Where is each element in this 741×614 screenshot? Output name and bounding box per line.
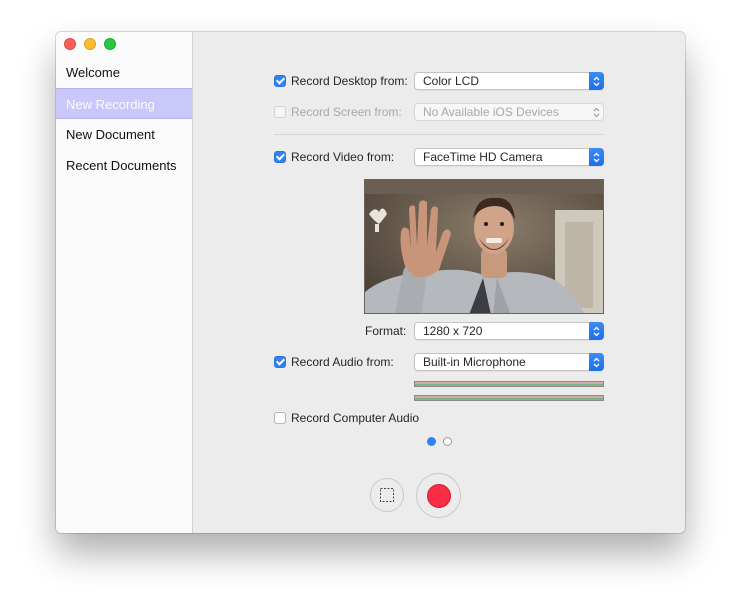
record-button[interactable] bbox=[416, 473, 461, 518]
audio-source-value: Built-in Microphone bbox=[423, 355, 526, 369]
record-screen-row: Record Screen from: bbox=[274, 103, 402, 121]
desktop-source-select[interactable]: Color LCD bbox=[414, 72, 604, 90]
desktop-source-value: Color LCD bbox=[423, 74, 480, 88]
page-dot-2[interactable] bbox=[443, 437, 452, 446]
window-controls bbox=[64, 38, 124, 50]
chevron-up-down-icon bbox=[589, 322, 604, 340]
record-audio-label: Record Audio from: bbox=[291, 355, 394, 369]
camera-preview bbox=[364, 179, 604, 314]
record-computer-audio-label: Record Computer Audio bbox=[291, 411, 420, 425]
select-area-button[interactable] bbox=[370, 478, 404, 512]
audio-level-meter-left bbox=[414, 381, 604, 387]
record-desktop-label: Record Desktop from: bbox=[291, 74, 408, 88]
record-screen-checkbox[interactable] bbox=[274, 106, 286, 118]
record-video-label: Record Video from: bbox=[291, 150, 395, 164]
screen-source-value: No Available iOS Devices bbox=[423, 105, 559, 119]
chevron-up-down-icon bbox=[589, 353, 604, 371]
screen-source-select[interactable]: No Available iOS Devices bbox=[414, 103, 604, 121]
format-row: Format: bbox=[365, 322, 406, 340]
sidebar-item-new-recording[interactable]: New Recording bbox=[56, 88, 192, 119]
recording-panel: Record Desktop from: Color LCD Record Sc… bbox=[193, 32, 685, 533]
chevron-up-down-icon bbox=[589, 148, 604, 166]
dashed-rectangle-icon bbox=[380, 488, 394, 502]
video-source-value: FaceTime HD Camera bbox=[423, 150, 543, 164]
record-audio-checkbox[interactable] bbox=[274, 356, 286, 368]
record-computer-audio-checkbox[interactable] bbox=[274, 412, 286, 424]
audio-source-select[interactable]: Built-in Microphone bbox=[414, 353, 604, 371]
record-video-checkbox[interactable] bbox=[274, 151, 286, 163]
chevron-up-down-icon bbox=[589, 103, 604, 121]
record-audio-row: Record Audio from: bbox=[274, 353, 394, 371]
record-desktop-row: Record Desktop from: bbox=[274, 72, 408, 90]
section-divider bbox=[274, 134, 604, 135]
sidebar: Welcome New Recording New Document Recen… bbox=[56, 32, 193, 533]
format-value: 1280 x 720 bbox=[423, 324, 483, 338]
app-window: Welcome New Recording New Document Recen… bbox=[56, 32, 685, 533]
chevron-up-down-icon bbox=[589, 72, 604, 90]
audio-level-meter-right bbox=[414, 395, 604, 401]
format-label: Format: bbox=[365, 324, 407, 338]
zoom-window-button[interactable] bbox=[104, 38, 116, 50]
record-screen-label: Record Screen from: bbox=[291, 105, 402, 119]
record-desktop-checkbox[interactable] bbox=[274, 75, 286, 87]
camera-preview-image bbox=[365, 180, 603, 313]
sidebar-item-recent-documents[interactable]: Recent Documents bbox=[56, 150, 192, 181]
video-source-select[interactable]: FaceTime HD Camera bbox=[414, 148, 604, 166]
record-dot-icon bbox=[426, 483, 451, 508]
format-select[interactable]: 1280 x 720 bbox=[414, 322, 604, 340]
page-indicator bbox=[427, 437, 459, 446]
sidebar-item-new-document[interactable]: New Document bbox=[56, 119, 192, 150]
sidebar-nav: Welcome New Recording New Document Recen… bbox=[56, 57, 192, 181]
close-window-button[interactable] bbox=[64, 38, 76, 50]
sidebar-item-welcome[interactable]: Welcome bbox=[56, 57, 192, 88]
record-computer-audio-row: Record Computer Audio bbox=[274, 409, 419, 427]
minimize-window-button[interactable] bbox=[84, 38, 96, 50]
page-dot-1[interactable] bbox=[427, 437, 436, 446]
record-video-row: Record Video from: bbox=[274, 148, 394, 166]
